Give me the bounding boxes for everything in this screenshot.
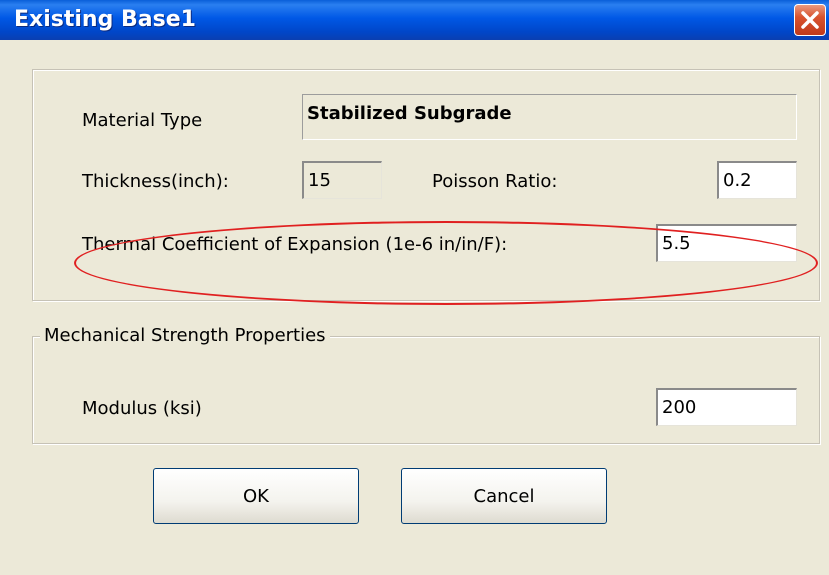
material-type-field: Stabilized Subgrade <box>302 94 797 140</box>
mechanical-strength-legend: Mechanical Strength Properties <box>40 325 330 347</box>
window-title: Existing Base1 <box>14 7 196 32</box>
ok-button-label: OK <box>243 485 269 507</box>
thermal-coefficient-input[interactable]: 5.5 <box>656 224 797 262</box>
thickness-label: Thickness(inch): <box>82 171 229 192</box>
close-icon <box>801 11 819 29</box>
material-type-label: Material Type <box>82 110 203 131</box>
poisson-ratio-label: Poisson Ratio: <box>432 171 558 192</box>
poisson-ratio-input[interactable]: 0.2 <box>717 161 797 199</box>
title-bar: Existing Base1 <box>0 0 829 40</box>
close-button[interactable] <box>794 4 826 36</box>
modulus-input[interactable]: 200 <box>656 388 797 426</box>
thermal-coefficient-label: Thermal Coefficient of Expansion (1e-6 i… <box>82 234 508 255</box>
cancel-button-label: Cancel <box>473 485 535 507</box>
modulus-label: Modulus (ksi) <box>82 398 202 419</box>
ok-button[interactable]: OK <box>153 468 359 524</box>
thickness-field: 15 <box>302 161 382 199</box>
cancel-button[interactable]: Cancel <box>401 468 607 524</box>
